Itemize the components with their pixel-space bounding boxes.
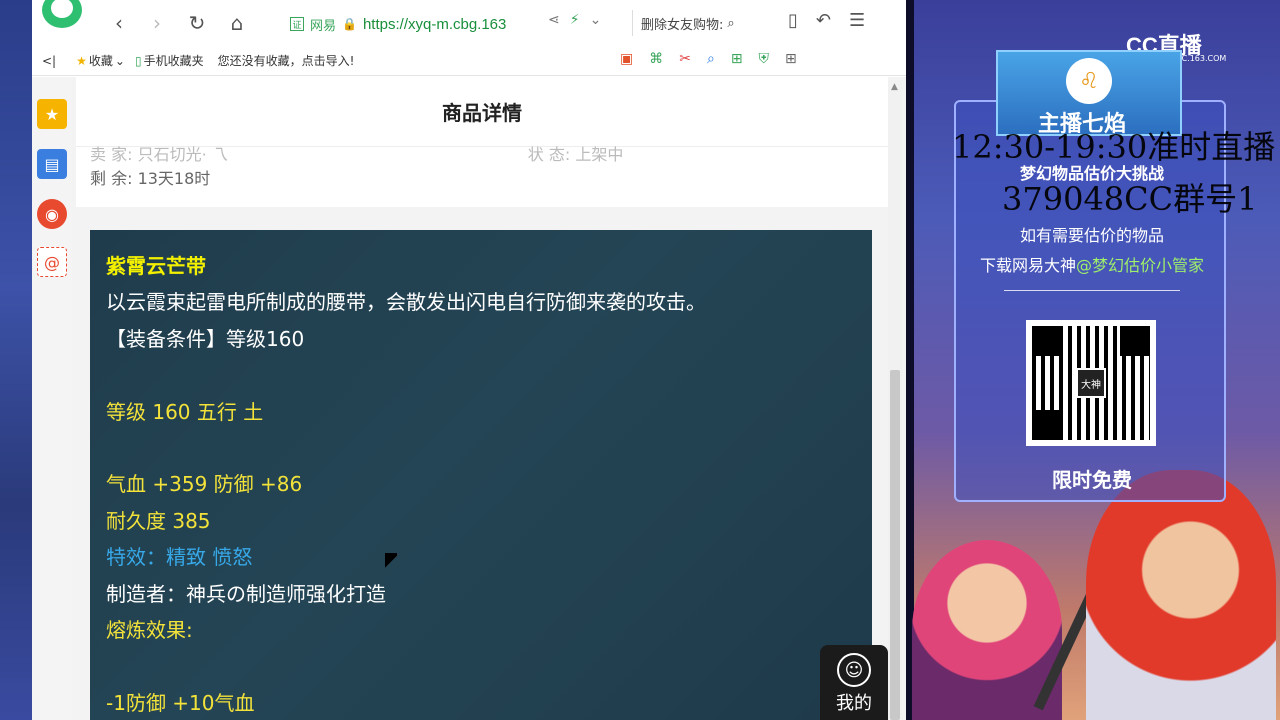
- home-icon[interactable]: ⌂: [224, 10, 250, 36]
- bookmark-bar: <| ★ 收藏 ⌄ ▯ 手机收藏夹 您还没有收藏，点击导入! ▣ ⌘ ✂ ⌕ ⊞…: [32, 46, 906, 76]
- site-label: 网易: [310, 18, 337, 34]
- news-icon[interactable]: ▤: [37, 149, 67, 179]
- my-account-label: 我的: [836, 693, 872, 714]
- item-level-element: 等级 160 五行 土: [106, 399, 264, 424]
- page-title: 商品详情: [442, 101, 522, 125]
- certificate-icon: 证: [290, 17, 304, 31]
- undo-icon[interactable]: ↶: [816, 10, 831, 31]
- item-durability: 耐久度 385: [106, 508, 211, 533]
- stream-overlay: CC直播 CC.163.COM 梦幻物品估价大挑战 如有需要估价的物品 下载网易…: [906, 0, 1280, 720]
- download-label: 下载网易大神: [979, 256, 1076, 275]
- email-icon[interactable]: @: [37, 247, 67, 277]
- chevron-down-icon: ⌄: [114, 53, 125, 68]
- status-info: 状 态: 上架中: [527, 145, 624, 164]
- lightning-icon[interactable]: ⚡: [570, 12, 580, 28]
- tv-icon[interactable]: ▣: [620, 51, 633, 67]
- user-icon: ☺: [837, 653, 871, 687]
- extension-tools: ▣ ⌘ ✂ ⌕ ⊞ ⛨ ⊞: [620, 51, 797, 67]
- star-icon: ★: [76, 53, 87, 68]
- tablet-icon[interactable]: ▯: [788, 10, 798, 31]
- chevron-down-icon[interactable]: ⌄: [590, 12, 602, 28]
- lion-avatar-icon: ♌: [1066, 58, 1112, 104]
- refine-label: 熔炼效果:: [106, 618, 193, 643]
- search-input[interactable]: 删除女友购物: ⌕: [632, 10, 760, 36]
- page-content: 商品详情 卖 家: 只石切光· 乁 状 态: 上架中 剩 余: 13天18时 紫…: [72, 77, 906, 720]
- mobile-favorites-label: 手机收藏夹: [143, 54, 204, 68]
- mouse-cursor-icon: [385, 553, 397, 571]
- item-detail-panel: 紫霄云芒带 以云霞束起雷电所制成的腰带，会散发出闪电自行防御来袭的攻击。 【装备…: [90, 230, 872, 720]
- gamepad-icon[interactable]: ⊞: [731, 51, 743, 67]
- cc-live-sub: CC.163.COM: [1176, 54, 1227, 63]
- page-scrollbar[interactable]: ▲: [888, 80, 902, 720]
- refresh-icon[interactable]: ↻: [184, 10, 210, 36]
- seller-info: 卖 家: 只石切光· 乁: [90, 145, 228, 164]
- info-partial-row: 卖 家: 只石切光· 乁 状 态: 上架中: [90, 141, 623, 165]
- share-icon[interactable]: ⋖: [548, 12, 560, 28]
- divider: [1004, 290, 1180, 291]
- forward-icon[interactable]: ›: [144, 10, 170, 36]
- mobile-favorites-button[interactable]: ▯ 手机收藏夹: [135, 52, 204, 69]
- url-text[interactable]: https://xyq-m.cbg.163: [363, 16, 506, 33]
- qr-pattern: 大神: [1032, 326, 1150, 440]
- item-description: 以云霞束起雷电所制成的腰带，会散发出闪电自行防御来袭的攻击。: [106, 290, 706, 315]
- browser-logo-icon[interactable]: [42, 0, 82, 28]
- translate-icon[interactable]: ⌘: [649, 51, 663, 67]
- qr-center-label: 大神: [1076, 368, 1106, 398]
- browser-toolbar: ‹ › ↻ ⌂ 证 网易 🔒 https://xyq-m.cbg.163 ⋖ ⚡…: [32, 0, 906, 46]
- phone-icon: ▯: [134, 53, 142, 68]
- shield-icon[interactable]: ⛨: [759, 51, 770, 67]
- listing-info-card: 卖 家: 只石切光· 乁 状 态: 上架中 剩 余: 13天18时: [76, 145, 888, 207]
- refine-value: -1防御 +10气血: [106, 690, 255, 715]
- need-text: 如有需要估价的物品: [1019, 226, 1164, 245]
- my-account-button[interactable]: ☺ 我的: [820, 645, 888, 720]
- item-maker: 制造者：神兵の制造师强化打造: [106, 581, 386, 606]
- item-special: 特效：精致 愤怒: [106, 545, 253, 570]
- browser-window: ‹ › ↻ ⌂ 证 网易 🔒 https://xyq-m.cbg.163 ⋖ ⚡…: [32, 0, 906, 720]
- import-hint-link[interactable]: 您还没有收藏，点击导入!: [218, 52, 355, 69]
- download-text: 下载网易大神@梦幻估价小管家: [956, 252, 1228, 276]
- desktop-background-left: [0, 0, 32, 720]
- search-icon[interactable]: ⌕: [727, 16, 734, 31]
- back-icon[interactable]: ‹: [106, 10, 132, 36]
- qr-code: 大神: [1026, 320, 1156, 446]
- group-text: 379048CC群号1: [1002, 180, 1258, 218]
- browser-right-tools: ▯ ↶ ☰: [788, 10, 865, 31]
- browser-sidebar: ★ ▤ ◉ @: [32, 77, 72, 720]
- address-actions: ⋖ ⚡ ⌄: [548, 12, 601, 28]
- magnifier-icon[interactable]: ⌕: [707, 51, 715, 67]
- free-label: 限时免费: [1052, 468, 1132, 492]
- weibo-icon[interactable]: ◉: [37, 199, 67, 229]
- page-header: 商品详情: [76, 77, 888, 147]
- mention-text: @梦幻估价小管家: [1076, 256, 1205, 275]
- sidebar-toggle-button[interactable]: <|: [42, 54, 56, 68]
- item-stats: 气血 +359 防御 +86: [106, 472, 303, 497]
- apps-icon[interactable]: ⊞: [785, 51, 797, 67]
- scroll-up-icon[interactable]: ▲: [891, 82, 898, 92]
- favorites-label: 收藏: [88, 54, 113, 68]
- search-text: 删除女友购物:: [641, 17, 724, 33]
- favorites-button[interactable]: ★ 收藏 ⌄: [76, 52, 125, 69]
- item-name: 紫霄云芒带: [106, 254, 206, 278]
- favorites-star-icon[interactable]: ★: [37, 99, 67, 129]
- menu-icon[interactable]: ☰: [849, 10, 865, 31]
- remaining-time: 剩 余: 13天18时: [90, 169, 211, 188]
- game-character-right: [1086, 470, 1276, 720]
- scroll-thumb[interactable]: [890, 370, 900, 720]
- scissors-icon[interactable]: ✂: [679, 51, 691, 67]
- schedule-text: 12:30-19:30准时直播: [952, 128, 1276, 166]
- lock-icon: 🔒: [342, 17, 357, 31]
- item-requirement: 【装备条件】等级160: [106, 326, 305, 351]
